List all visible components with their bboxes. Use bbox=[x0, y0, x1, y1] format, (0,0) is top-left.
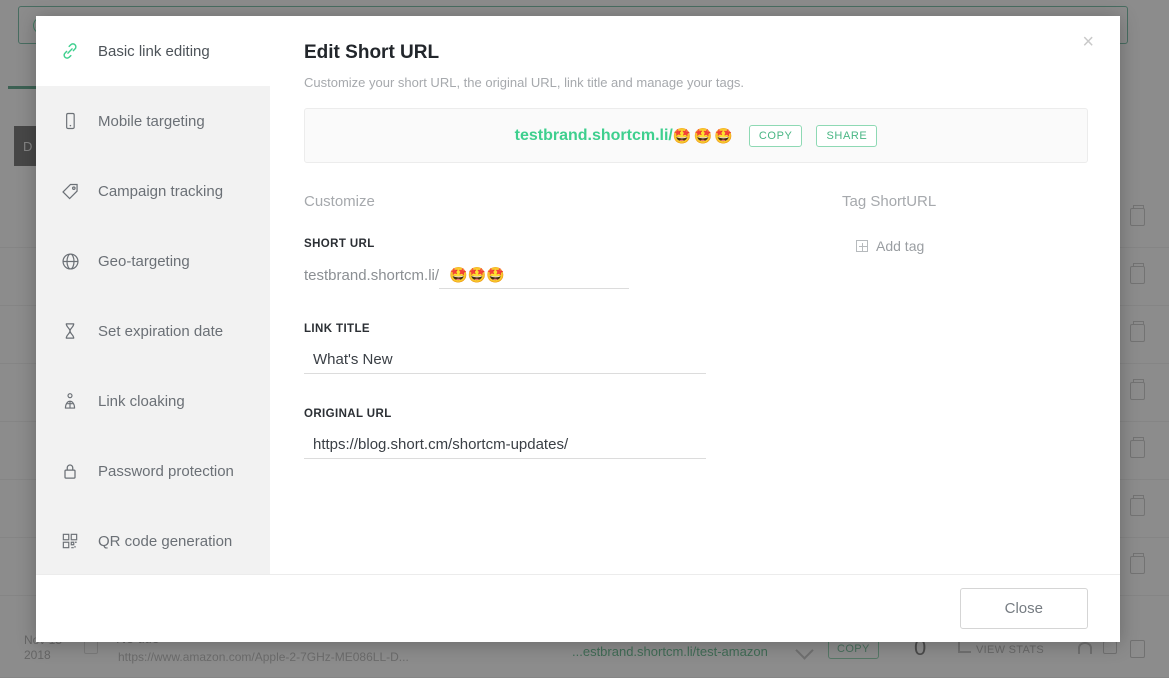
tag-icon bbox=[60, 181, 94, 202]
tags-heading: Tag ShortURL bbox=[842, 193, 937, 210]
copy-button[interactable]: COPY bbox=[748, 124, 803, 147]
link-title-label: LINK TITLE bbox=[304, 323, 370, 335]
plus-square-icon bbox=[856, 240, 868, 252]
short-url-label: SHORT URL bbox=[304, 238, 375, 250]
sidebar-item-geo-targeting[interactable]: Geo-targeting bbox=[36, 226, 270, 296]
edit-short-url-modal: Basic link editing Mobile targeting Camp… bbox=[36, 16, 1120, 642]
sidebar-item-basic-link-editing[interactable]: Basic link editing bbox=[36, 16, 270, 86]
sidebar-item-label: Basic link editing bbox=[98, 42, 210, 60]
sidebar-item-label: Link cloaking bbox=[98, 392, 185, 410]
preview-slug-emoji: 🤩🤩🤩 bbox=[672, 127, 735, 145]
lock-icon bbox=[60, 461, 94, 481]
qr-code-icon bbox=[60, 531, 94, 551]
sidebar-item-qr-code-generation[interactable]: QR code generation bbox=[36, 506, 270, 576]
link-title-field: LINK TITLE bbox=[304, 323, 834, 374]
sidebar-item-set-expiration-date[interactable]: Set expiration date bbox=[36, 296, 270, 366]
short-url-field: SHORT URL testbrand.shortcm.li/ bbox=[304, 238, 834, 289]
short-url-prefix: testbrand.shortcm.li/ bbox=[304, 267, 440, 284]
sidebar-item-password-protection[interactable]: Password protection bbox=[36, 436, 270, 506]
short-url-input[interactable] bbox=[439, 266, 630, 289]
customize-heading: Customize bbox=[304, 193, 375, 210]
preview-link[interactable]: testbrand.shortcm.li/🤩🤩🤩 bbox=[515, 127, 735, 145]
sidebar-item-label: Password protection bbox=[98, 462, 234, 480]
preview-domain: testbrand.shortcm.li/ bbox=[514, 126, 673, 144]
original-url-field: ORIGINAL URL bbox=[304, 408, 834, 459]
short-url-preview: testbrand.shortcm.li/🤩🤩🤩 COPY SHARE bbox=[304, 108, 1088, 163]
original-url-input[interactable] bbox=[304, 436, 706, 459]
sidebar-item-label: Set expiration date bbox=[98, 322, 224, 340]
sidebar-item-mobile-targeting[interactable]: Mobile targeting bbox=[36, 86, 270, 156]
link-icon bbox=[60, 41, 94, 61]
sidebar-item-label: Geo-targeting bbox=[98, 252, 190, 270]
sidebar-item-label: QR code generation bbox=[98, 532, 233, 550]
add-tag-label: Add tag bbox=[876, 238, 925, 254]
hourglass-icon bbox=[60, 321, 94, 341]
modal-content: × Edit Short URL Customize your short UR… bbox=[270, 16, 1120, 574]
cloak-icon bbox=[60, 391, 94, 411]
page-title: Edit Short URL bbox=[304, 42, 440, 63]
globe-icon bbox=[60, 251, 94, 272]
sidebar-item-label: Mobile targeting bbox=[98, 112, 205, 130]
original-url-label: ORIGINAL URL bbox=[304, 408, 392, 420]
link-title-input[interactable] bbox=[304, 351, 706, 374]
tags-column: Tag ShortURL Add tag bbox=[834, 193, 1088, 493]
sidebar-item-link-cloaking[interactable]: Link cloaking bbox=[36, 366, 270, 436]
modal-sidebar: Basic link editing Mobile targeting Camp… bbox=[36, 16, 270, 574]
modal-subtitle: Customize your short URL, the original U… bbox=[304, 75, 745, 90]
modal-footer: Close bbox=[36, 574, 1120, 642]
share-button[interactable]: SHARE bbox=[816, 124, 878, 147]
close-button[interactable]: Close bbox=[959, 588, 1088, 629]
add-tag-button[interactable]: Add tag bbox=[842, 238, 924, 254]
sidebar-item-label: Campaign tracking bbox=[98, 182, 224, 200]
close-icon[interactable]: × bbox=[1078, 28, 1098, 56]
customize-column: Customize SHORT URL testbrand.shortcm.li… bbox=[304, 193, 834, 493]
mobile-icon bbox=[60, 111, 94, 131]
sidebar-item-campaign-tracking[interactable]: Campaign tracking bbox=[36, 156, 270, 226]
